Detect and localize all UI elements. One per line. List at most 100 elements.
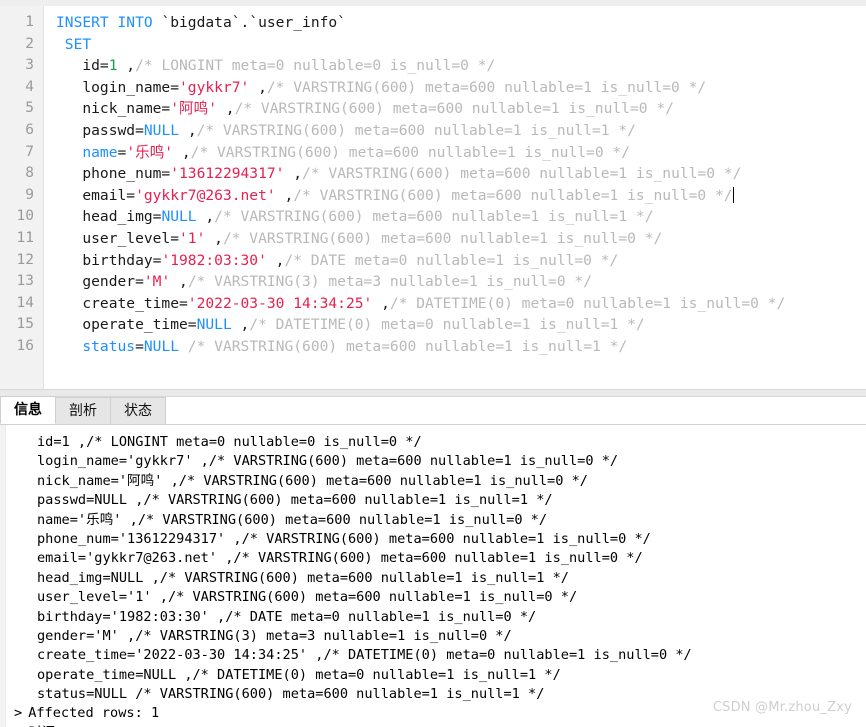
code-token-plain: , (275, 186, 294, 204)
output-status-line: > Affected rows: 1 (6, 704, 866, 723)
line-number: 5 (25, 100, 34, 117)
code-token-plain: , (196, 208, 215, 226)
code-token-kw: SET (64, 35, 92, 53)
line-number: 4 (25, 78, 34, 95)
output-text-area: id=1 ,/* LONGINT meta=0 nullable=0 is_nu… (6, 425, 866, 727)
code-token-str: 'M' (143, 273, 171, 291)
line-number: 15 (16, 316, 34, 333)
code-token-kw: NULL (196, 316, 232, 334)
code-token-plain: , (372, 294, 390, 312)
code-token-plain: id= (56, 57, 109, 75)
output-line: head_img=NULL ,/* VARSTRING(600) meta=60… (37, 569, 569, 586)
code-token-plain: birthday= (56, 251, 162, 269)
code-token-cmt: /* VARSTRING(600) meta=600 nullable=1 is… (214, 208, 654, 226)
code-token-plain: , (231, 316, 250, 334)
status-text: Affected rows: 1 (28, 705, 160, 722)
code-token-plain: , (205, 229, 223, 247)
result-tabbar[interactable]: 信息 剖析 状态 (0, 396, 866, 425)
pane-splitter[interactable] (0, 389, 866, 397)
line-number: 12 (16, 251, 34, 268)
sql-code-area[interactable]: INSERT INTO `bigdata`.`user_info` SET id… (44, 6, 866, 389)
code-line[interactable]: create_time='2022-03-30 14:34:25' ,/* DA… (56, 293, 866, 315)
code-token-cmt: /* VARSTRING(600) meta=600 nullable=1 is… (196, 121, 636, 139)
line-number: 9 (25, 186, 34, 203)
code-token-plain: operate_time= (56, 316, 197, 334)
code-token-kw: name (56, 143, 118, 161)
code-token-plain: phone_num= (56, 165, 171, 183)
code-token-kw: status (56, 337, 136, 355)
code-token-cmt: /* DATETIME(0) meta=0 nullable=1 is_null… (389, 294, 786, 312)
code-line[interactable]: SET (56, 34, 866, 56)
line-number: 6 (25, 121, 34, 138)
tab-info[interactable]: 信息 (0, 396, 56, 424)
code-token-cmt: /* VARSTRING(600) meta=600 nullable=1 is… (187, 337, 628, 355)
code-token-plain: , (249, 78, 267, 96)
code-token-plain: = (135, 337, 144, 355)
sql-editor-window: 1 2 3 4 5 6 7 8 9 10 11 12 13 14 15 16 INSERT INTO `big… (0, 0, 866, 727)
line-number: 10 (16, 208, 34, 225)
code-token-str: '乐鸣' (126, 143, 174, 161)
line-number: 14 (16, 294, 34, 311)
output-line: nick_name='阿鸣' ,/* VARSTRING(600) meta=6… (37, 472, 588, 489)
line-number: 1 (25, 14, 34, 30)
code-token-kw: NULL (143, 121, 180, 139)
code-line[interactable]: passwd=NULL ,/* VARSTRING(600) meta=600 … (56, 120, 866, 142)
code-line[interactable]: head_img=NULL ,/* VARSTRING(600) meta=60… (56, 206, 866, 228)
code-token-num: 1 (108, 57, 118, 75)
output-line: name='乐鸣' ,/* VARSTRING(600) meta=600 nu… (37, 511, 548, 528)
line-number: 3 (25, 57, 34, 74)
line-number: 2 (25, 35, 34, 52)
code-token-plain: login_name= (56, 78, 180, 96)
code-token-str: '13612294317' (170, 165, 285, 183)
text-caret (732, 186, 734, 203)
output-line: operate_time=NULL ,/* DATETIME(0) meta=0… (37, 666, 561, 683)
code-token-cmt: /* VARSTRING(600) meta=600 nullable=1 is… (302, 165, 742, 183)
code-line[interactable]: login_name='gykkr7' ,/* VARSTRING(600) m… (56, 77, 866, 99)
code-token-plain: , (266, 251, 285, 269)
tab-status[interactable]: 状态 (110, 397, 166, 424)
output-line: id=1 ,/* LONGINT meta=0 nullable=0 is_nu… (37, 434, 422, 450)
code-token-cmt: /* VARSTRING(600) meta=600 nullable=1 is… (222, 229, 663, 247)
output-pane[interactable]: id=1 ,/* LONGINT meta=0 nullable=0 is_nu… (0, 425, 866, 727)
code-line[interactable]: status=NULL /* VARSTRING(600) meta=600 n… (56, 336, 866, 358)
code-line[interactable]: user_level='1' ,/* VARSTRING(600) meta=6… (56, 228, 866, 250)
line-number: 16 (16, 337, 34, 354)
code-token-plain: user_level= (56, 229, 180, 247)
output-line: login_name='gykkr7' ,/* VARSTRING(600) m… (37, 453, 619, 470)
code-line[interactable]: operate_time=NULL ,/* DATETIME(0) meta=0… (56, 314, 866, 336)
line-number-gutter: 1 2 3 4 5 6 7 8 9 10 11 12 13 14 15 16 (0, 6, 44, 389)
code-token-str: '1' (179, 229, 206, 247)
code-token-plain: passwd= (56, 121, 144, 139)
code-token-str: '2022-03-30 14:34:25' (187, 294, 373, 312)
code-line[interactable]: nick_name='阿鸣' ,/* VARSTRING(600) meta=6… (56, 98, 866, 120)
code-token-cmt: /* DATE meta=0 nullable=1 is_null=0 */ (284, 251, 619, 269)
code-token-cmt: /* VARSTRING(600) meta=600 nullable=1 is… (293, 186, 733, 204)
sql-editor-pane[interactable]: 1 2 3 4 5 6 7 8 9 10 11 12 13 14 15 16 INSERT INTO `big… (0, 6, 866, 389)
code-token-plain: , (173, 143, 191, 161)
code-token-cmt: /* DATETIME(0) meta=0 nullable=1 is_null… (249, 316, 645, 334)
code-token-plain: = (117, 143, 127, 161)
tab-profile[interactable]: 剖析 (55, 397, 111, 424)
code-token-plain: head_img= (56, 208, 162, 226)
code-line[interactable]: id=1 ,/* LONGINT meta=0 nullable=0 is_nu… (56, 55, 866, 77)
code-line[interactable]: INSERT INTO `bigdata`.`user_info` (56, 12, 866, 34)
output-line: gender='M' ,/* VARSTRING(3) meta=3 nulla… (37, 627, 512, 644)
code-line[interactable]: email='gykkr7@263.net' ,/* VARSTRING(600… (56, 185, 866, 207)
output-line: email='gykkr7@263.net' ,/* VARSTRING(600… (37, 550, 643, 567)
code-line[interactable]: phone_num='13612294317' ,/* VARSTRING(60… (56, 163, 866, 185)
code-token-plain: email= (56, 186, 136, 204)
code-token-plain: , (217, 100, 235, 118)
code-line[interactable]: birthday='1982:03:30' ,/* DATE meta=0 nu… (56, 250, 866, 272)
code-token-str: '1982:03:30' (161, 251, 267, 269)
output-line: status=NULL /* VARSTRING(600) meta=600 n… (37, 686, 545, 703)
code-line[interactable]: gender='M' ,/* VARSTRING(3) meta=3 nulla… (56, 271, 866, 293)
code-token-kw: NULL (161, 208, 197, 226)
code-line[interactable]: name='乐鸣' ,/* VARSTRING(600) meta=600 nu… (56, 142, 866, 164)
code-token-cmt: /* VARSTRING(3) meta=3 nullable=1 is_nul… (187, 273, 592, 291)
code-token-kw: INSERT INTO (56, 14, 153, 31)
code-token-plain: gender= (56, 273, 144, 291)
code-token-plain: , (284, 165, 303, 183)
status-marker-icon: > (14, 705, 23, 722)
line-number: 11 (16, 229, 34, 246)
